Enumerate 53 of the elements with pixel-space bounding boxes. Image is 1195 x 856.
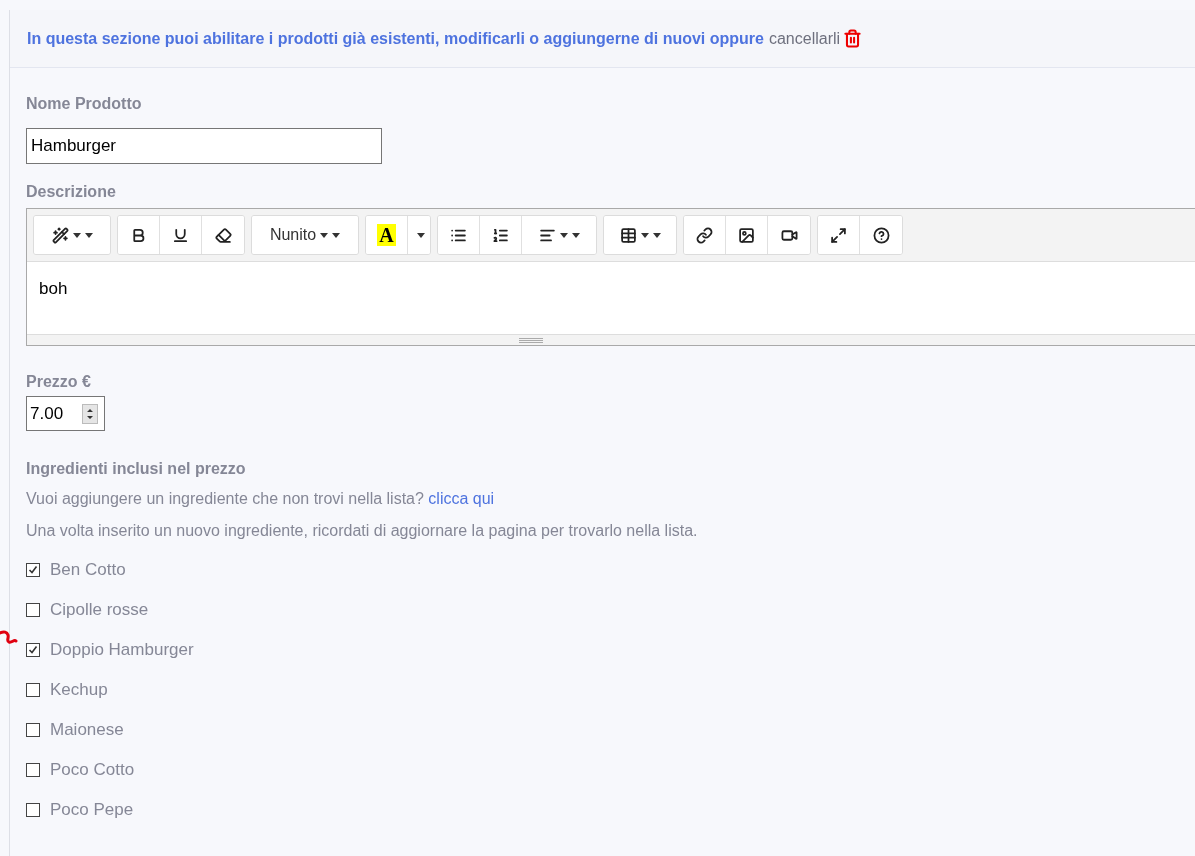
font-dropdown[interactable]: Nunito: [252, 216, 358, 254]
bullet-list-button[interactable]: [438, 216, 480, 254]
bold-icon: [130, 226, 147, 244]
expand-icon: [830, 226, 847, 244]
field-label: Descrizione: [26, 182, 117, 202]
trash-icon: [843, 29, 863, 48]
checkbox[interactable]: [26, 643, 40, 657]
ingredient-label: Cipolle rosse: [50, 599, 149, 622]
resize-handle[interactable]: [27, 334, 1195, 345]
link-icon: [696, 226, 713, 244]
help-icon: [872, 226, 890, 244]
field-label: Nome Prodotto: [26, 94, 143, 114]
highlight-button[interactable]: A: [366, 216, 408, 254]
price-input[interactable]: 7.00: [26, 396, 105, 431]
bold-button[interactable]: [118, 216, 160, 254]
checkbox[interactable]: [26, 603, 40, 617]
notice-text: In questa sezione puoi abilitare i prodotti già esistenti, modificarli o aggiungerne di nuovi oppure: [27, 28, 764, 49]
ingredient-label: Ben Cotto: [50, 559, 126, 582]
image-icon: [738, 226, 755, 244]
ingredient-label: Maionese: [50, 719, 124, 742]
hint-text: Vuoi aggiungere un ingrediente che non trovi nella lista?: [26, 490, 424, 507]
grip-icon: [519, 337, 543, 343]
magic-button[interactable]: [34, 216, 110, 254]
note-text: Una volta inserito un nuovo ingrediente, ricordati di aggiornare la pagina per trovarlo nella lista.: [26, 521, 699, 541]
checkbox[interactable]: [26, 563, 40, 577]
editor-content[interactable]: boh: [27, 262, 1195, 334]
caret-icon: [417, 232, 425, 238]
name-input[interactable]: Hamburger: [26, 128, 382, 164]
price-value: 7.00: [30, 402, 64, 425]
magic-wand-icon: [51, 226, 69, 244]
underline-icon: [172, 226, 189, 244]
checkbox[interactable]: [26, 683, 40, 697]
ingredient-label: Kechup: [50, 679, 108, 702]
ingredient-label: Poco Cotto: [50, 759, 135, 782]
ingredient-label: Poco Pepe: [50, 799, 134, 822]
numbered-list-icon: [492, 226, 509, 244]
delete-link[interactable]: cancellarli: [768, 26, 841, 51]
table-icon: [619, 226, 637, 244]
table-button[interactable]: [604, 216, 676, 254]
checkbox[interactable]: [26, 763, 40, 777]
add-ingredient-link[interactable]: clicca qui: [428, 490, 495, 507]
highlight-letter: A: [377, 224, 396, 246]
checkbox[interactable]: [26, 803, 40, 817]
ingredient-label: Doppio Hamburger: [50, 639, 194, 662]
eraser-icon: [214, 226, 232, 244]
link-button[interactable]: [684, 216, 726, 254]
check-icon: [28, 645, 38, 655]
checkbox[interactable]: [26, 723, 40, 737]
spinner-icon[interactable]: [82, 403, 98, 424]
section-title: Ingredienti inclusi nel prezzo: [26, 459, 247, 479]
field-label: Prezzo €: [26, 372, 92, 392]
fullscreen-button[interactable]: [818, 216, 860, 254]
check-icon: [28, 565, 38, 575]
